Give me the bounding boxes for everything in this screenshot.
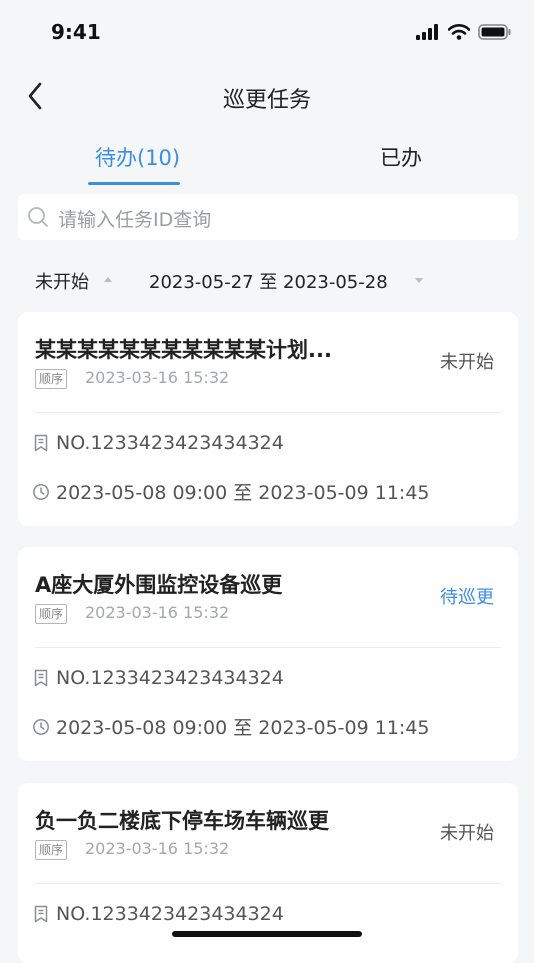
status-icons	[416, 24, 512, 40]
clock-icon	[33, 483, 49, 500]
tab-pending[interactable]: 待办(10)	[95, 142, 180, 172]
order-tag: 顺序	[35, 604, 68, 624]
card-divider	[35, 883, 501, 884]
task-card[interactable]: 某某某某某某某某某某某计划... 未开始 顺序 2023-03-16 15:32…	[18, 312, 518, 526]
task-status: 未开始	[440, 352, 494, 373]
task-status: 未开始	[440, 823, 494, 844]
status-filter[interactable]: 未开始	[35, 268, 89, 294]
task-title: 负一负二楼底下停车场车辆巡更	[35, 809, 329, 833]
task-time-range: 2023-05-08 09:00 至 2023-05-09 11:45	[56, 717, 430, 739]
caret-down-icon	[415, 278, 423, 283]
page-title: 巡更任务	[222, 88, 311, 113]
task-title: A座大厦外围监控设备巡更	[35, 573, 283, 597]
task-number: NO.1233423423434324	[56, 432, 284, 454]
clock-icon	[33, 718, 49, 735]
task-created-time: 2023-03-16 15:32	[85, 368, 230, 387]
task-time-row: 2023-05-08 09:00 至 2023-05-09 11:45	[32, 478, 430, 505]
status-time: 9:41	[51, 20, 101, 44]
search-placeholder: 请输入任务ID查询	[58, 209, 212, 231]
task-status: 待巡更	[440, 587, 494, 608]
task-number: NO.1233423423434324	[56, 667, 284, 689]
task-card[interactable]: A座大厦外围监控设备巡更 待巡更 顺序 2023-03-16 15:32 NO.…	[18, 547, 518, 761]
task-number-row: NO.1233423423434324	[32, 903, 284, 925]
card-divider	[35, 412, 501, 413]
tab-bar: 待办(10) 已办	[0, 134, 534, 188]
task-created-time: 2023-03-16 15:32	[85, 603, 230, 622]
caret-up-icon	[104, 277, 112, 282]
task-number: NO.1233423423434324	[56, 903, 284, 925]
date-range-filter[interactable]: 2023-05-27 至 2023-05-28	[149, 268, 388, 294]
signal-icon	[416, 24, 438, 40]
task-number-row: NO.1233423423434324	[32, 432, 284, 454]
home-indicator	[172, 931, 362, 937]
task-created-time: 2023-03-16 15:32	[85, 839, 230, 858]
nav-bar: 巡更任务	[0, 64, 534, 128]
task-title: 某某某某某某某某某某某计划...	[35, 338, 332, 362]
document-icon	[34, 669, 48, 687]
active-tab-indicator	[88, 182, 180, 185]
search-icon	[28, 207, 48, 227]
task-time-range: 2023-05-08 09:00 至 2023-05-09 11:45	[56, 482, 430, 504]
card-divider	[35, 647, 501, 648]
order-tag: 顺序	[35, 369, 68, 389]
document-icon	[34, 905, 48, 923]
tab-done[interactable]: 已办	[380, 142, 422, 172]
filter-bar: 未开始 2023-05-27 至 2023-05-28	[0, 262, 534, 298]
order-tag: 顺序	[35, 840, 68, 860]
battery-icon	[478, 24, 511, 40]
status-bar: 9:41	[0, 0, 534, 64]
task-time-row: 2023-05-08 09:00 至 2023-05-09 11:45	[32, 713, 430, 740]
wifi-icon	[448, 24, 470, 40]
search-input[interactable]: 请输入任务ID查询	[18, 194, 518, 240]
task-number-row: NO.1233423423434324	[32, 667, 284, 689]
document-icon	[34, 434, 48, 452]
